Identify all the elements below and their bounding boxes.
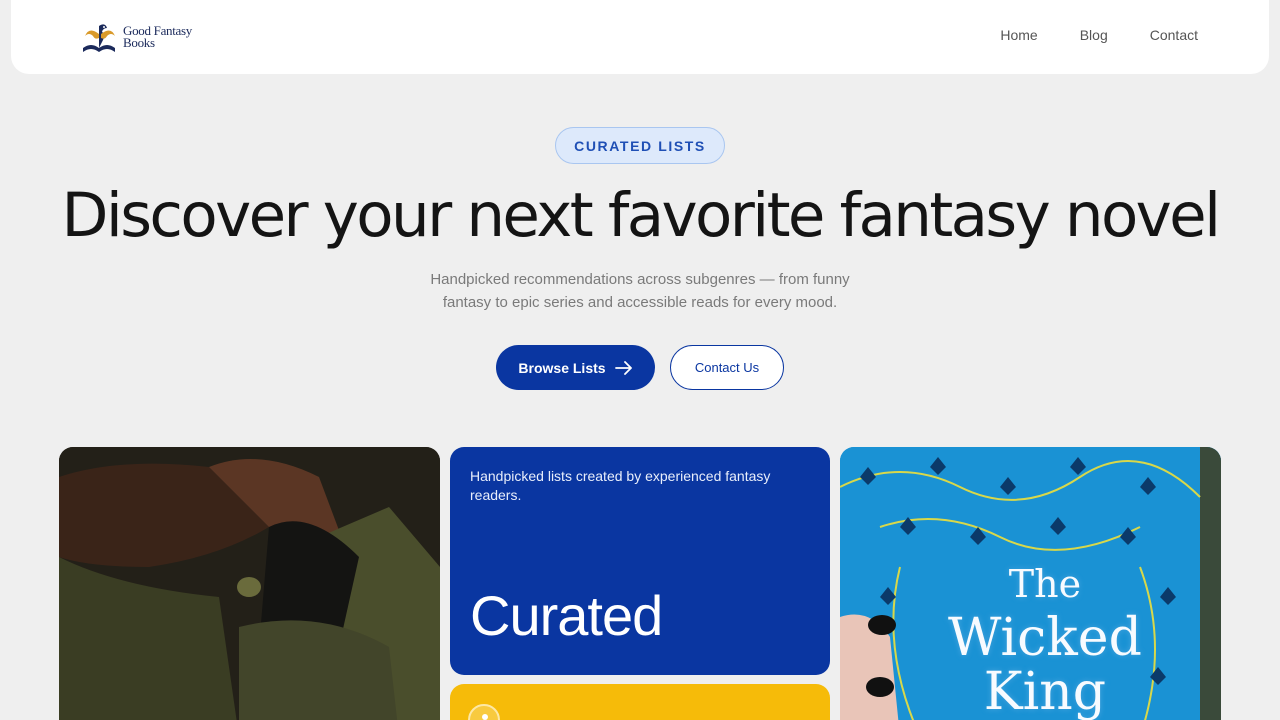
nav-home-link[interactable]: Home bbox=[1000, 27, 1037, 43]
location-pin-icon bbox=[468, 704, 500, 720]
person-reading-armchair-image bbox=[59, 447, 440, 720]
nav-blog-link[interactable]: Blog bbox=[1080, 27, 1108, 43]
contact-us-button[interactable]: Contact Us bbox=[670, 345, 784, 390]
arrow-right-icon bbox=[614, 360, 632, 375]
hero-subtitle-line2: fantasy to epic series and accessible re… bbox=[442, 294, 838, 311]
browse-lists-button[interactable]: Browse Lists bbox=[496, 345, 655, 390]
browse-lists-label: Browse Lists bbox=[518, 359, 606, 376]
logo-text-line2: Books bbox=[123, 35, 155, 50]
nav-contact-link[interactable]: Contact bbox=[1150, 27, 1198, 43]
site-logo[interactable]: Good Fantasy Books bbox=[79, 18, 192, 56]
yellow-feature-card bbox=[450, 684, 830, 720]
curated-lists-badge: CURATED LISTS bbox=[555, 127, 725, 164]
hero-title: Discover your next favorite fantasy nove… bbox=[61, 180, 1222, 251]
dragon-book-logo-icon bbox=[83, 24, 115, 52]
navbar: Good Fantasy Books Home Blog Contact bbox=[11, 0, 1269, 74]
book-cover-title: The Wicked King bbox=[948, 557, 1142, 719]
book-title-line3: King bbox=[983, 662, 1107, 720]
curated-card-heading: Curated bbox=[470, 584, 663, 647]
book-title-line1: The bbox=[1008, 562, 1082, 606]
curated-card-description: Handpicked lists created by experienced … bbox=[470, 468, 771, 503]
hero-subtitle-line1: Handpicked recommendations across subgen… bbox=[430, 271, 850, 288]
main-nav: Home Blog Contact bbox=[1000, 27, 1198, 43]
book-cover-card: The Wicked King bbox=[840, 447, 1221, 720]
curated-info-card: Handpicked lists created by experienced … bbox=[450, 447, 830, 675]
book-title-line2: Wicked bbox=[948, 608, 1142, 668]
reading-photo-card bbox=[59, 447, 440, 720]
hero-subtitle: Handpicked recommendations across subgen… bbox=[390, 268, 890, 314]
